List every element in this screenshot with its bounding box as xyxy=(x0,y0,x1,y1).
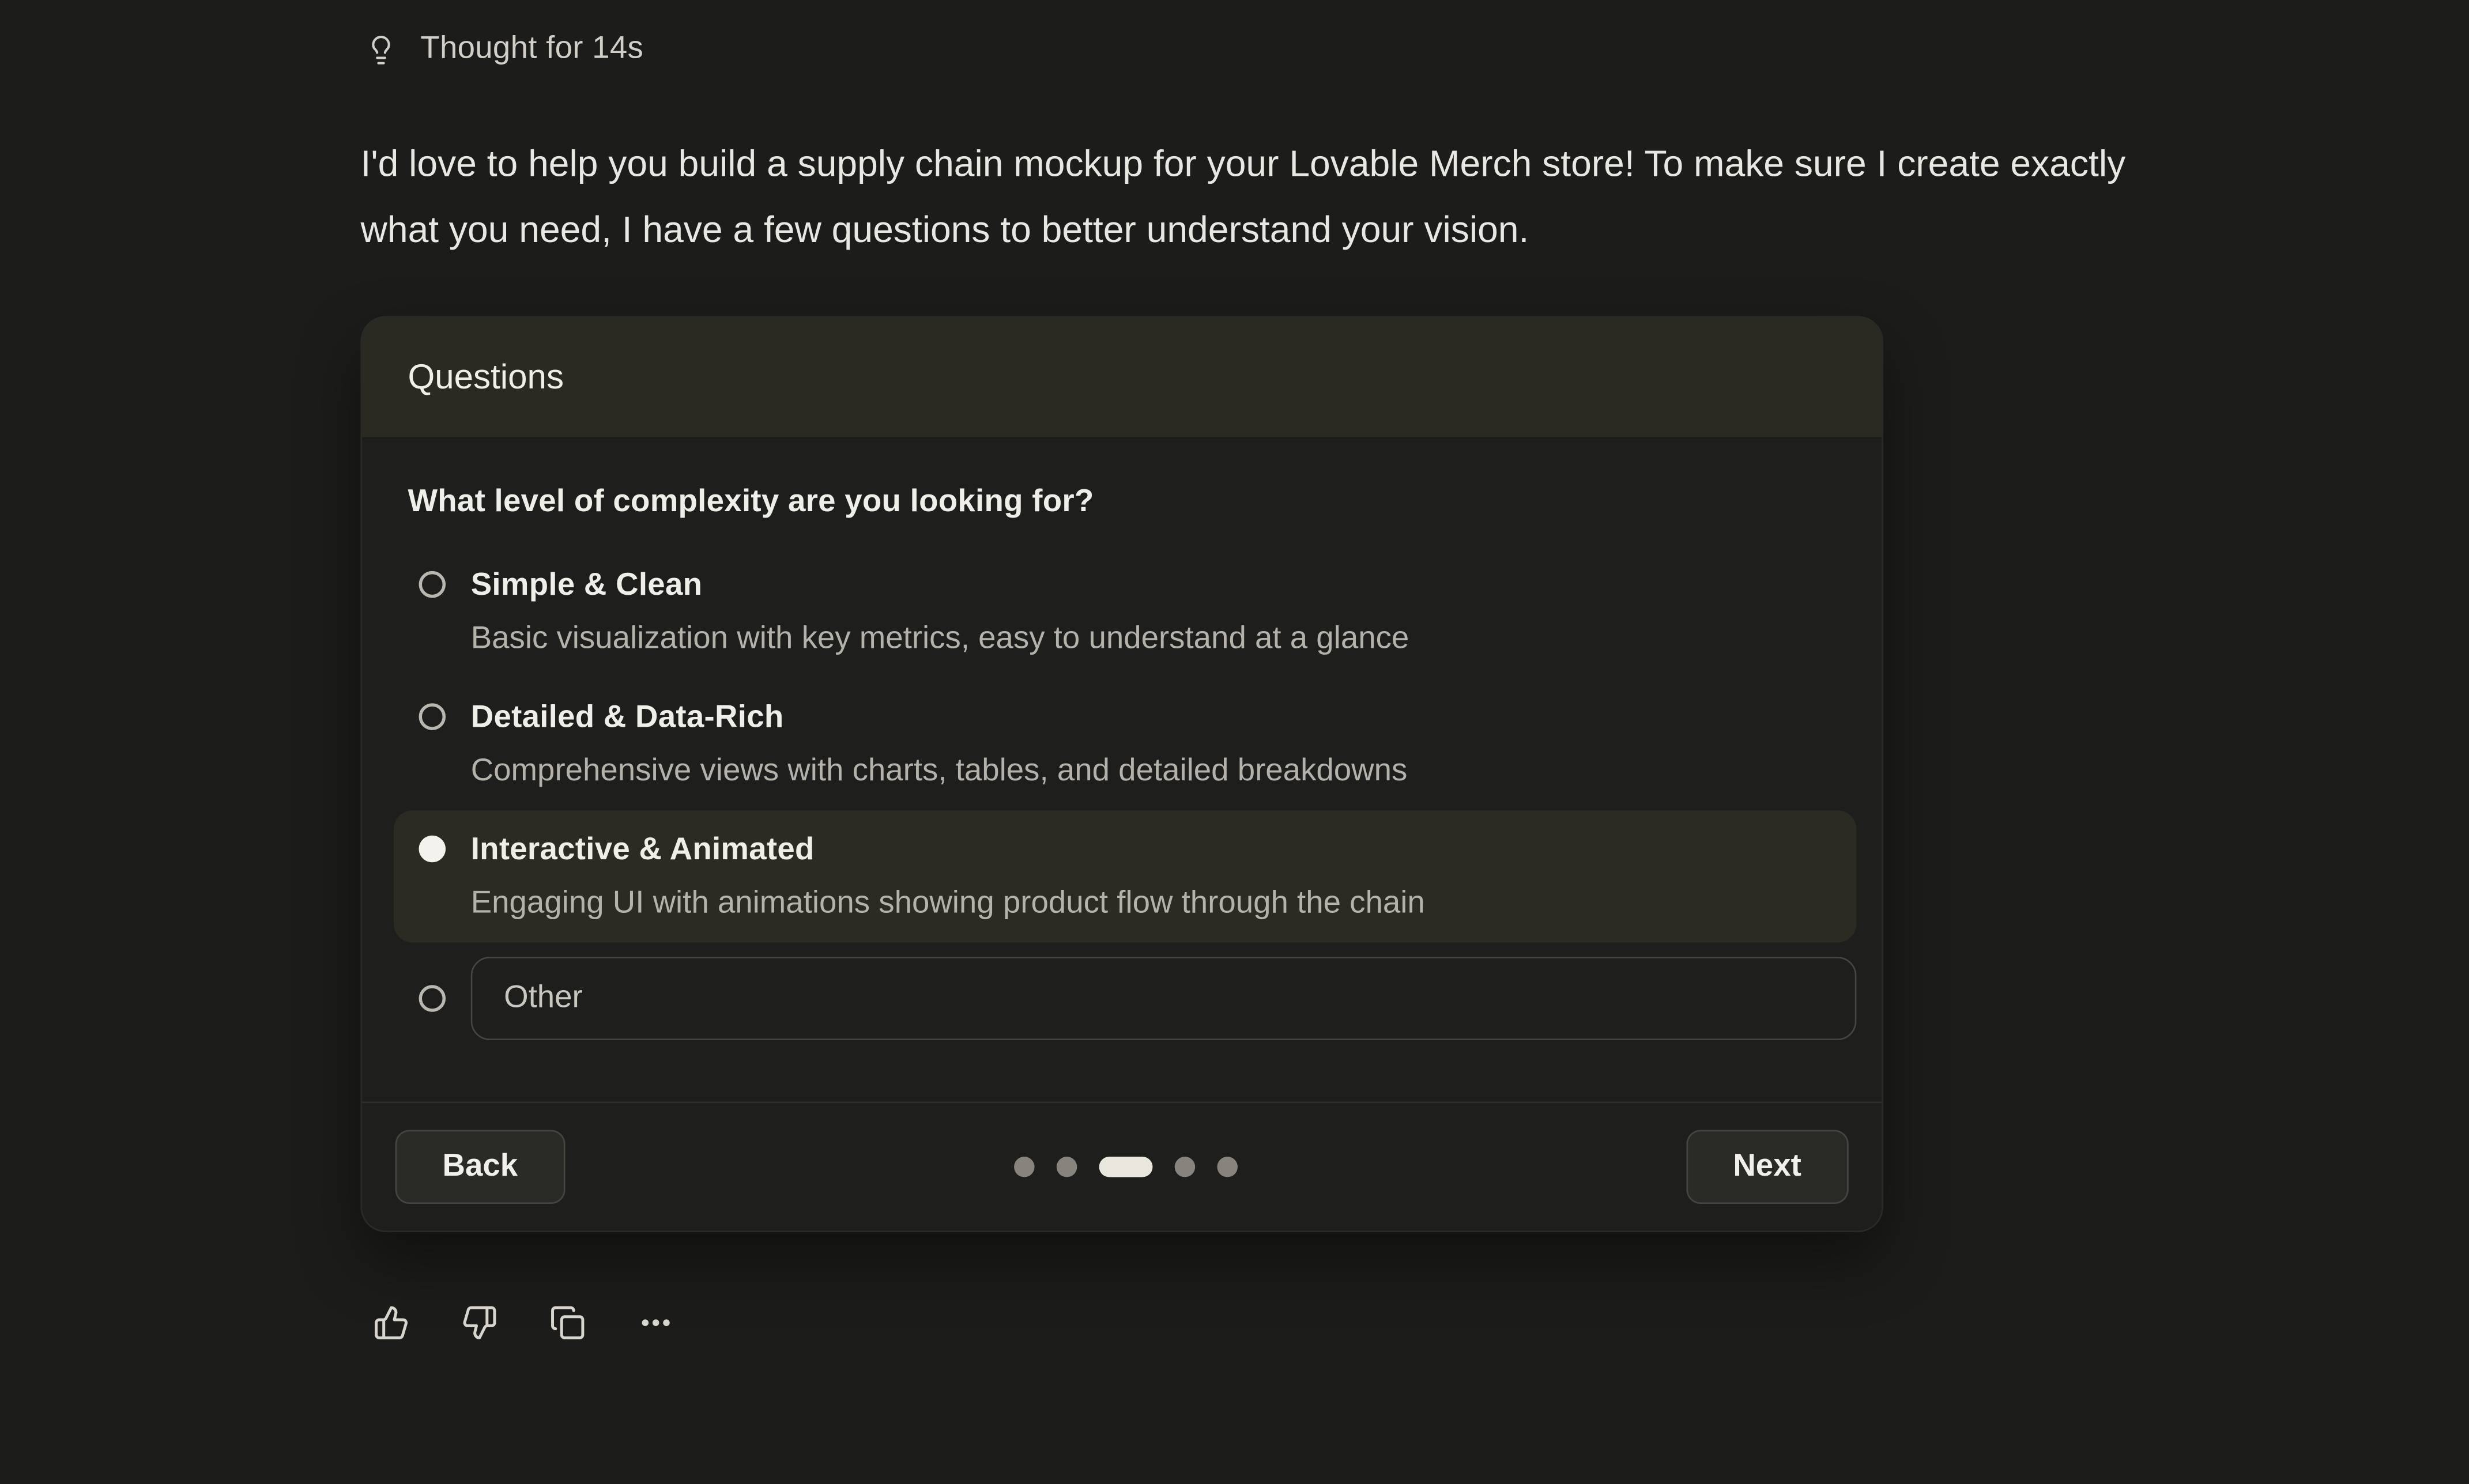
option-description: Comprehensive views with charts, tables,… xyxy=(471,752,1408,790)
progress-dot xyxy=(1174,1157,1195,1177)
thumbs-up-button[interactable] xyxy=(373,1305,409,1341)
back-button[interactable]: Back xyxy=(395,1130,565,1204)
progress-dot xyxy=(1013,1157,1034,1177)
thumbs-down-icon xyxy=(461,1305,497,1341)
message-actions xyxy=(373,1305,2469,1341)
progress-dot-active xyxy=(1099,1157,1152,1177)
option-label: Detailed & Data-Rich xyxy=(471,698,1408,737)
chat-message-view: Thought for 14s I'd love to help you bui… xyxy=(0,31,2469,1484)
card-title: Questions xyxy=(408,357,564,398)
thought-header[interactable]: Thought for 14s xyxy=(365,31,2469,67)
option-detailed-data-rich[interactable]: Detailed & Data-Rich Comprehensive views… xyxy=(394,678,1857,810)
thumbs-up-icon xyxy=(373,1305,409,1341)
lightbulb-icon xyxy=(365,33,397,65)
progress-dots xyxy=(1013,1157,1237,1177)
progress-dot xyxy=(1217,1157,1238,1177)
questions-card-header: Questions xyxy=(362,318,1882,439)
thought-duration-label: Thought for 14s xyxy=(420,31,643,67)
copy-button[interactable] xyxy=(549,1305,586,1341)
more-options-button[interactable] xyxy=(638,1305,674,1341)
option-other[interactable] xyxy=(394,943,1857,1061)
option-description: Engaging UI with animations showing prod… xyxy=(471,884,1425,922)
radio-selected-icon[interactable] xyxy=(419,836,446,862)
thumbs-down-button[interactable] xyxy=(461,1305,497,1341)
option-label: Simple & Clean xyxy=(471,567,1409,605)
progress-dot xyxy=(1056,1157,1077,1177)
option-interactive-animated[interactable]: Interactive & Animated Engaging UI with … xyxy=(394,810,1857,942)
radio-unselected-icon[interactable] xyxy=(419,571,446,598)
copy-icon xyxy=(549,1305,586,1341)
radio-unselected-icon[interactable] xyxy=(419,703,446,730)
radio-unselected-icon[interactable] xyxy=(419,985,446,1011)
assistant-message-text: I'd love to help you build a supply chai… xyxy=(361,130,2212,262)
other-option-input[interactable] xyxy=(471,957,1857,1040)
question-text: What level of complexity are you looking… xyxy=(408,483,1856,521)
questions-card: Questions What level of complexity are y… xyxy=(361,316,1883,1232)
questions-card-body: What level of complexity are you looking… xyxy=(362,439,1882,1060)
option-description: Basic visualization with key metrics, ea… xyxy=(471,620,1409,658)
ellipsis-icon xyxy=(638,1305,674,1341)
options-list: Simple & Clean Basic visualization with … xyxy=(394,546,1857,1060)
next-button[interactable]: Next xyxy=(1686,1130,1848,1204)
card-footer: Back Next xyxy=(362,1101,1882,1230)
option-label: Interactive & Animated xyxy=(471,831,1425,869)
option-simple-clean[interactable]: Simple & Clean Basic visualization with … xyxy=(394,546,1857,678)
